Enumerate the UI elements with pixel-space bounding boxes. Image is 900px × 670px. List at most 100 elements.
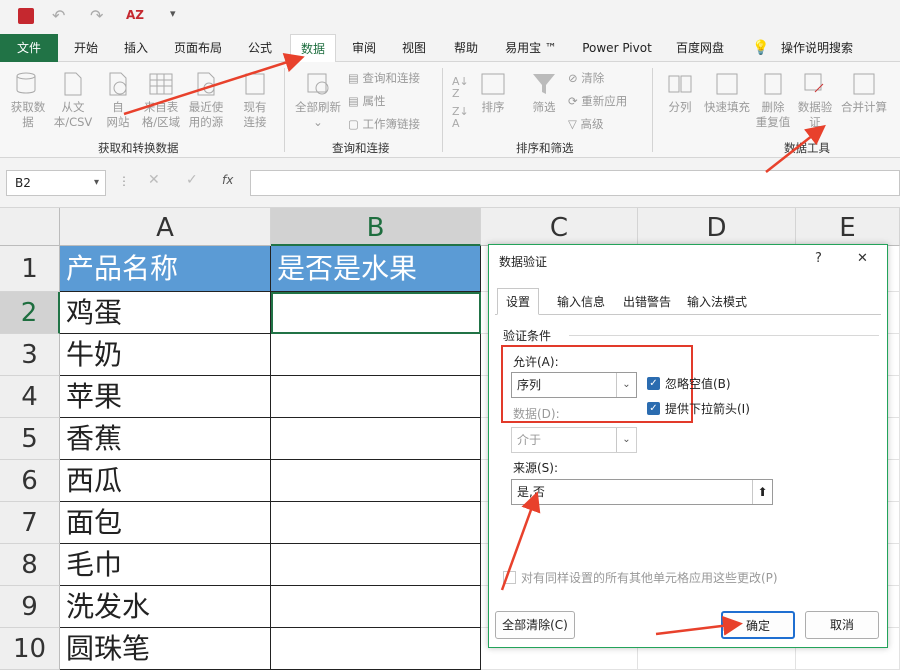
cell-A4[interactable]: 苹果 — [60, 376, 271, 418]
undo-icon[interactable]: ↶ — [52, 6, 65, 25]
save-icon[interactable] — [18, 8, 34, 24]
customize-qat-icon[interactable]: ▾ — [170, 7, 176, 20]
from-text-csv-button[interactable]: 从文 本/CSV — [50, 70, 96, 130]
cell-B5[interactable] — [271, 418, 481, 460]
row-header-2[interactable]: 2 — [0, 292, 60, 334]
tab-baidu-netdisk[interactable]: 百度网盘 — [668, 34, 732, 62]
from-web-button[interactable]: 自网站 — [98, 70, 138, 130]
cell-B4[interactable] — [271, 376, 481, 418]
tab-home[interactable]: 开始 — [64, 34, 108, 62]
cell-B10[interactable] — [271, 628, 481, 670]
redo-icon[interactable]: ↷ — [90, 6, 103, 25]
column-header-c[interactable]: C — [481, 208, 638, 246]
tab-settings[interactable]: 设置 — [497, 288, 540, 315]
close-icon[interactable]: ✕ — [857, 251, 868, 266]
tab-power-pivot[interactable]: Power Pivot — [576, 34, 658, 62]
cancel-button[interactable]: 取消 — [805, 611, 879, 639]
tab-review[interactable]: 审阅 — [344, 34, 384, 62]
allow-select[interactable]: 序列 ⌄ — [511, 372, 637, 398]
remove-duplicates-button[interactable]: 删除 重复值 — [754, 70, 792, 130]
cell-B1[interactable]: 是否是水果 — [271, 246, 481, 292]
cell-A3[interactable]: 牛奶 — [60, 334, 271, 376]
group-label-queries: 查询和连接 — [332, 141, 390, 155]
cell-A1[interactable]: 产品名称 — [60, 246, 271, 292]
row-header-8[interactable]: 8 — [0, 544, 60, 586]
recent-sources-button[interactable]: 最近使 用的源 — [184, 70, 228, 130]
tab-insert[interactable]: 插入 — [114, 34, 158, 62]
tab-help[interactable]: 帮助 — [446, 34, 486, 62]
tab-yiyongbao[interactable]: 易用宝 ™ — [498, 34, 564, 62]
cell-B7[interactable] — [271, 502, 481, 544]
cell-A5[interactable]: 香蕉 — [60, 418, 271, 460]
column-header-d[interactable]: D — [638, 208, 796, 246]
refresh-all-button[interactable]: 全部刷新 ⌄ — [290, 70, 346, 130]
sort-az-icon[interactable]: AZ — [126, 8, 144, 22]
range-select-icon[interactable]: ⬆ — [752, 480, 772, 504]
data-validation-button[interactable]: 数据验证 — [794, 70, 836, 130]
advanced-filter-button[interactable]: ▽ 高级 — [568, 116, 604, 132]
tab-ime-mode[interactable]: 输入法模式 — [679, 289, 755, 315]
flash-fill-button[interactable]: 快速填充 — [700, 70, 754, 115]
tab-input-message[interactable]: 输入信息 — [549, 289, 613, 315]
tab-error-alert[interactable]: 出错警告 — [615, 289, 679, 315]
dropdown-checkbox[interactable]: ✓ — [647, 402, 660, 415]
reapply-button[interactable]: ⟳ 重新应用 — [568, 93, 627, 109]
dialog-title: 数据验证 — [499, 255, 548, 269]
filter-button[interactable]: 筛选 — [526, 70, 562, 115]
tell-me-search[interactable]: 操作说明搜索 — [776, 34, 858, 62]
consolidate-button[interactable]: 合并计算 — [838, 70, 890, 115]
queries-connections-button[interactable]: ▤ 查询和连接 — [348, 70, 420, 86]
cell-B9[interactable] — [271, 586, 481, 628]
help-button[interactable]: ? — [815, 251, 822, 266]
cell-A6[interactable]: 西瓜 — [60, 460, 271, 502]
row-header-3[interactable]: 3 — [0, 334, 60, 376]
cell-B6[interactable] — [271, 460, 481, 502]
from-table-button[interactable]: 来自表 格/区域 — [138, 70, 184, 130]
get-data-button[interactable]: 获取数据 — [6, 70, 50, 130]
ok-button[interactable]: 确定 — [721, 611, 795, 639]
row-header-9[interactable]: 9 — [0, 586, 60, 628]
column-header-e[interactable]: E — [796, 208, 900, 246]
sort-button[interactable]: 排序 — [476, 70, 510, 115]
row-header-4[interactable]: 4 — [0, 376, 60, 418]
insert-function-icon[interactable]: fx — [222, 173, 233, 187]
column-header-a[interactable]: A — [60, 208, 271, 246]
cell-A8[interactable]: 毛巾 — [60, 544, 271, 586]
cell-B3[interactable] — [271, 334, 481, 376]
cell-B8[interactable] — [271, 544, 481, 586]
workbook-links-button[interactable]: ▢ 工作簿链接 — [348, 116, 420, 132]
clear-all-button[interactable]: 全部清除(C) — [495, 611, 575, 639]
row-header-1[interactable]: 1 — [0, 246, 60, 292]
enter-icon[interactable]: ✓ — [186, 172, 198, 188]
column-header-b[interactable]: B — [271, 208, 481, 246]
cell-B2[interactable] — [271, 292, 481, 334]
tab-page-layout[interactable]: 页面布局 — [166, 34, 230, 62]
tab-data[interactable]: 数据 — [290, 34, 336, 63]
row-header-6[interactable]: 6 — [0, 460, 60, 502]
row-header-5[interactable]: 5 — [0, 418, 60, 460]
source-input[interactable]: 是,否 ⬆ — [511, 479, 773, 505]
sort-asc-icon[interactable]: A↓ Z — [452, 76, 469, 100]
properties-button[interactable]: ▤ 属性 — [348, 93, 386, 109]
formula-input[interactable] — [250, 170, 900, 196]
cell-A10[interactable]: 圆珠笔 — [60, 628, 271, 670]
apply-all-checkbox[interactable] — [503, 571, 516, 584]
clear-filter-button[interactable]: ⊘ 清除 — [568, 70, 604, 86]
cell-A2[interactable]: 鸡蛋 — [60, 292, 271, 334]
cell-A7[interactable]: 面包 — [60, 502, 271, 544]
name-box-dropdown-icon[interactable]: ▾ — [94, 171, 99, 195]
cancel-icon[interactable]: ✕ — [148, 172, 160, 188]
text-to-columns-button[interactable]: 分列 — [660, 70, 700, 115]
row-header-7[interactable]: 7 — [0, 502, 60, 544]
ignore-blank-checkbox[interactable]: ✓ — [647, 377, 660, 390]
name-box[interactable]: B2 ▾ — [6, 170, 106, 196]
cell-A9[interactable]: 洗发水 — [60, 586, 271, 628]
tab-file[interactable]: 文件 — [0, 34, 58, 62]
sort-desc-icon[interactable]: Z↓ A — [452, 106, 469, 130]
select-all-corner[interactable] — [0, 208, 60, 246]
existing-connections-button[interactable]: 现有 连接 — [234, 70, 276, 130]
row-header-10[interactable]: 10 — [0, 628, 60, 670]
tab-view[interactable]: 视图 — [394, 34, 434, 62]
clock-file-icon — [197, 72, 215, 96]
tab-formulas[interactable]: 公式 — [238, 34, 282, 62]
